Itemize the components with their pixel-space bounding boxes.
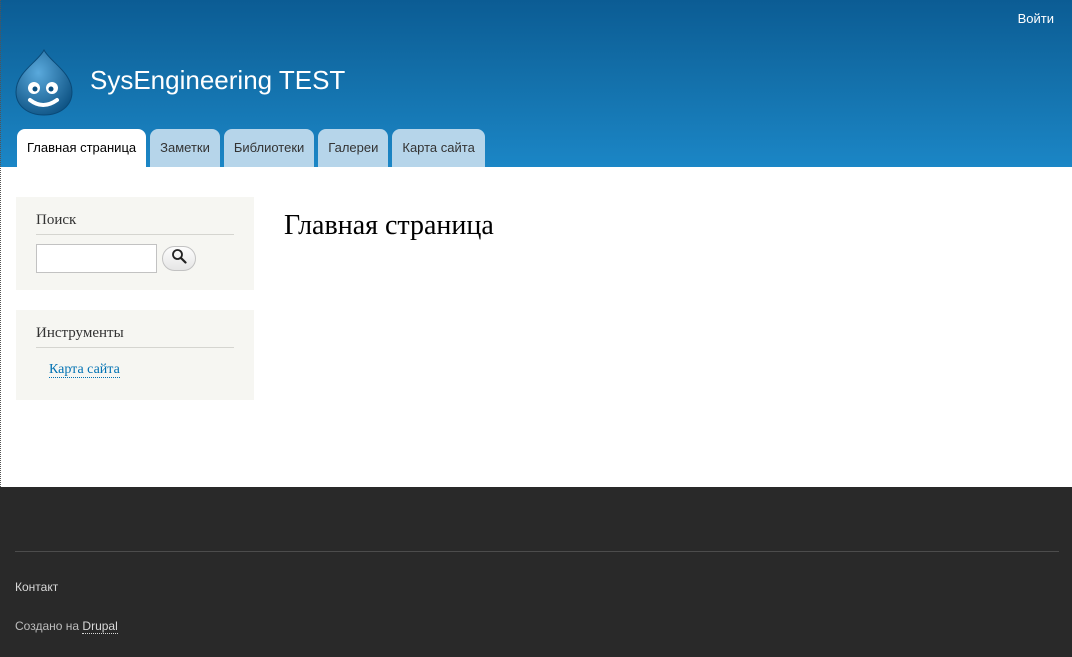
tools-link-sitemap[interactable]: Карта сайта bbox=[49, 362, 120, 378]
tab-home[interactable]: Главная страница bbox=[17, 129, 147, 167]
search-input[interactable] bbox=[36, 244, 157, 273]
login-link[interactable]: Войти bbox=[1018, 11, 1054, 26]
footer-contact-link[interactable]: Контакт bbox=[15, 580, 58, 594]
tab-galleries[interactable]: Галереи bbox=[318, 129, 389, 167]
search-form bbox=[36, 244, 234, 273]
site-name[interactable]: SysEngineering TEST bbox=[90, 64, 345, 96]
tools-block: Инструменты Карта сайта bbox=[16, 310, 254, 400]
powered-by-text: Создано на bbox=[15, 619, 80, 633]
footer-divider bbox=[15, 551, 1059, 552]
tools-block-title: Инструменты bbox=[36, 310, 234, 348]
search-block: Поиск bbox=[16, 197, 254, 290]
page-left-border bbox=[0, 0, 1, 487]
drupal-logo-icon[interactable] bbox=[14, 48, 74, 116]
tab-notes[interactable]: Заметки bbox=[150, 129, 220, 167]
tab-libraries[interactable]: Библиотеки bbox=[223, 129, 315, 167]
tab-sitemap[interactable]: Карта сайта bbox=[392, 129, 485, 167]
search-icon bbox=[171, 248, 187, 269]
main-menu: Главная страница Заметки Библиотеки Гале… bbox=[17, 129, 485, 167]
search-block-title: Поиск bbox=[36, 197, 234, 235]
drupal-link[interactable]: Drupal bbox=[82, 619, 118, 634]
powered-by: Создано на Drupal bbox=[15, 619, 118, 634]
search-button[interactable] bbox=[162, 246, 196, 271]
site-header: Войти SysEngineering TEST Главная страни… bbox=[0, 0, 1072, 167]
page-title: Главная страница bbox=[284, 210, 494, 241]
site-footer: Контакт Создано на Drupal bbox=[0, 487, 1072, 657]
